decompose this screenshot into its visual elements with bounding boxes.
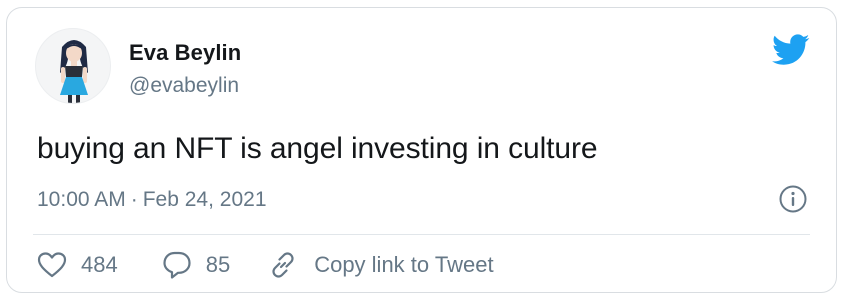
twitter-bird-icon[interactable] <box>772 34 810 66</box>
tweet-timestamp[interactable]: 10:00 AM · Feb 24, 2021 <box>37 188 267 212</box>
tweet-date[interactable]: Feb 24, 2021 <box>143 188 267 211</box>
like-count: 484 <box>81 252 118 277</box>
copy-link-button[interactable]: Copy link to Tweet <box>268 250 494 280</box>
avatar-illustration <box>60 40 88 103</box>
author-handle[interactable]: @evabeylin <box>129 74 239 98</box>
divider <box>33 234 810 235</box>
like-button[interactable]: 484 <box>37 251 118 279</box>
tweet-actions: 484 85 Copy link to Tweet <box>37 248 522 282</box>
heart-icon <box>37 252 67 278</box>
copy-link-label: Copy link to Tweet <box>314 252 494 277</box>
reply-count: 85 <box>205 252 231 277</box>
avatar[interactable] <box>35 28 111 104</box>
info-icon[interactable] <box>778 184 808 214</box>
reply-button[interactable]: 85 <box>162 250 230 280</box>
meta-separator: · <box>130 188 138 211</box>
link-icon <box>272 252 294 278</box>
tweet-text: buying an NFT is angel investing in cult… <box>37 132 598 165</box>
tweet-card[interactable]: Eva Beylin @evabeylin buying an NFT is a… <box>6 7 837 293</box>
author-name[interactable]: Eva Beylin <box>129 40 241 66</box>
tweet-time[interactable]: 10:00 AM <box>37 188 126 211</box>
speech-bubble-icon <box>163 251 191 279</box>
